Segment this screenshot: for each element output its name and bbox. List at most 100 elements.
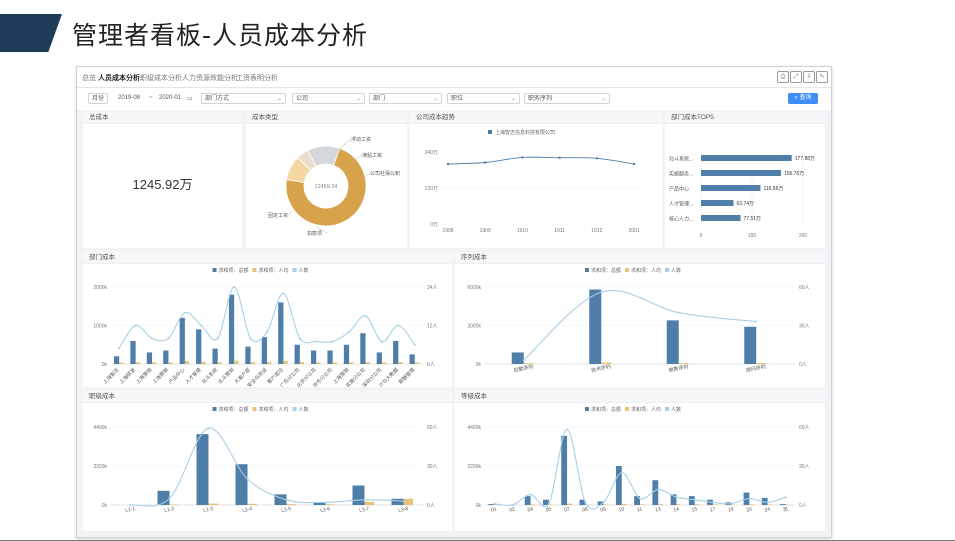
x-tick-label: 05	[545, 506, 552, 513]
print-icon[interactable]: ⎙	[777, 71, 789, 83]
data-point	[249, 337, 252, 340]
data-label: 63.74万	[737, 201, 755, 207]
edit-icon[interactable]: ✎	[816, 71, 828, 83]
x-tick-label: 02	[509, 506, 516, 513]
legend-label: 上海智志信息科技有限公司	[495, 129, 555, 136]
x-tick-label: 17	[709, 506, 716, 513]
tab-salary-analysis[interactable]: 工资表明分析	[236, 73, 278, 83]
pie-callout-label: 公司社保公积	[370, 170, 400, 177]
calendar-icon[interactable]: ▭	[187, 95, 193, 102]
y2-tick-label: 60人	[427, 425, 438, 431]
tab-hr-efficiency[interactable]: 人力资源效能分析	[182, 73, 238, 83]
dept-select[interactable]: 部门 ⌄	[369, 93, 442, 104]
legend-swatch	[292, 268, 297, 272]
fullscreen-icon[interactable]: ⤢	[790, 71, 802, 83]
chevron-down-icon: ⌄	[600, 96, 606, 102]
x-tick-label: 11	[637, 507, 644, 514]
cost-type-panel: 成本类型 12459.24 浮动工资 津贴工资 公司社保公积 固定工资 扣款项	[246, 112, 407, 248]
data-point	[784, 496, 787, 499]
y-tick-label: 0k	[102, 503, 108, 509]
panel-title: 总成本	[83, 112, 242, 124]
filter-bar: 月份 2019-08 ~ 2020-01 ▭ 部门方式 ⌄ 公司 ⌄ 部门 ⌄ 职位 ⌄…	[77, 88, 831, 110]
bar-avg	[749, 504, 755, 505]
query-label: 查询	[799, 95, 812, 101]
bar-total	[294, 344, 300, 364]
x-tick-label: 薪酬管理	[397, 366, 416, 385]
panel-title: 成本类型	[246, 112, 407, 124]
range-separator: ~	[149, 95, 153, 101]
tab-overview[interactable]: 总览	[82, 73, 96, 83]
legend-label: 人数	[671, 267, 681, 274]
bar	[701, 185, 761, 191]
bar-avg	[621, 503, 627, 505]
callout-line	[287, 211, 292, 216]
chevron-down-icon: ⌄	[510, 96, 516, 102]
bar-avg	[208, 503, 219, 505]
bar-avg	[694, 504, 700, 505]
dept-method-select[interactable]: 部门方式 ⌄	[201, 93, 286, 104]
x-tick-label: 09	[600, 506, 607, 513]
data-point	[285, 498, 288, 501]
x-tick-label: 1912	[591, 228, 602, 234]
bar-avg	[168, 362, 173, 364]
x-tick-label: 北斗营销	[216, 366, 235, 385]
bar-avg	[247, 503, 258, 505]
data-point	[657, 488, 660, 491]
data-point	[331, 340, 334, 343]
total-cost-value: 1245.92万	[132, 177, 193, 192]
month-filter-label[interactable]: 月份	[88, 93, 108, 104]
data-point	[584, 501, 587, 504]
legend-swatch	[252, 407, 257, 411]
bar-avg	[316, 362, 321, 364]
legend-swatch	[665, 407, 669, 411]
legend-swatch	[292, 407, 297, 411]
panel-title: 职级成本	[83, 391, 452, 403]
x-tick-label: 01	[491, 506, 498, 513]
data-point	[632, 162, 636, 166]
bar-total	[688, 496, 695, 505]
company-select[interactable]: 公司 ⌄	[292, 93, 365, 104]
tab-staff-cost[interactable]: 人员成本分析	[98, 73, 140, 83]
data-point	[216, 337, 219, 340]
query-button[interactable]: ⌕ 查询	[788, 93, 818, 104]
x-tick-label: L1-1	[125, 506, 136, 514]
data-point	[547, 502, 550, 505]
company-label: 公司	[296, 96, 309, 102]
grade-cost-panel: 等级成本 求和项：总额 求和项：人均 人数 0k 0人 2200k 30人 4400k 60人 0…	[455, 391, 825, 531]
bar-avg	[381, 362, 387, 364]
x-tick-label: L2-4	[242, 506, 253, 514]
data-point	[282, 292, 285, 295]
bar-avg	[119, 362, 124, 364]
start-month[interactable]: 2019-08	[118, 95, 140, 101]
end-month[interactable]: 2020-01	[159, 95, 181, 101]
bar	[701, 215, 741, 221]
tab-rank-cost[interactable]: 职级成本分析	[140, 73, 182, 83]
bar-total	[327, 350, 333, 364]
x-tick-label: L1-2	[164, 506, 175, 514]
x-tick-label: L3-8	[398, 506, 409, 514]
bar-total	[615, 466, 622, 505]
bar-total	[488, 504, 495, 505]
position-select[interactable]: 职位 ⌄	[447, 93, 520, 104]
chevron-down-icon: ⌄	[355, 96, 361, 102]
bar-avg	[325, 504, 336, 505]
job-seq-label: 职务序列	[528, 96, 553, 102]
x-tick-label: 无	[783, 507, 789, 514]
bar-avg	[365, 362, 370, 364]
bar-avg	[603, 504, 609, 505]
x-tick-label: 100	[748, 233, 757, 239]
bar-total	[391, 498, 404, 505]
bar	[701, 200, 734, 206]
y2-tick-label: 24人	[427, 285, 438, 291]
x-tick-label: 1911	[554, 228, 565, 234]
y2-tick-label: 0人	[799, 503, 807, 509]
x-tick-label: 13	[655, 506, 662, 513]
job-seq-select[interactable]: 职务序列 ⌄	[524, 93, 610, 104]
bar-total	[360, 333, 366, 364]
bar-total	[228, 294, 235, 364]
export-icon[interactable]: ⇩	[803, 71, 815, 83]
series-line	[447, 156, 635, 165]
data-point	[413, 343, 416, 346]
data-point	[620, 471, 623, 474]
panel-title: 部门成本	[83, 252, 452, 264]
